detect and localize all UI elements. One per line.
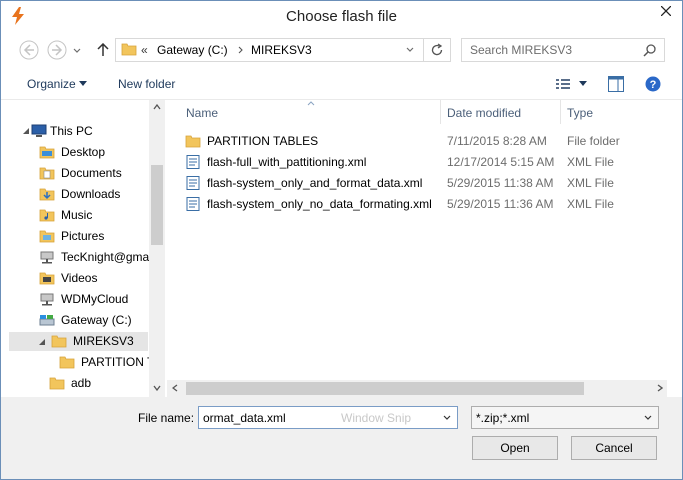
command-bar: Organize New folder ? <box>1 69 682 100</box>
folder-icon <box>39 230 55 243</box>
folder-icon <box>39 209 55 222</box>
network-drive-icon <box>40 293 54 306</box>
close-icon <box>661 6 671 16</box>
preview-pane-icon[interactable] <box>608 76 624 92</box>
file-type: XML File <box>567 155 614 169</box>
open-button[interactable]: Open <box>472 436 558 460</box>
file-name-label: File name: <box>138 411 195 425</box>
chevron-down-icon[interactable] <box>405 46 415 54</box>
file-date: 5/29/2015 11:36 AM <box>447 197 554 211</box>
file-name: flash-system_only_no_data_formating.xml <box>207 197 432 211</box>
organize-button[interactable]: Organize <box>27 77 76 91</box>
file-type: File folder <box>567 134 620 148</box>
folder-icon <box>49 377 65 390</box>
chevron-down-icon[interactable] <box>442 414 452 422</box>
back-icon[interactable] <box>18 39 40 61</box>
address-bar[interactable]: « Gateway (C:) MIREKSV3 <box>115 38 451 62</box>
up-arrow-icon[interactable] <box>96 43 110 57</box>
chevron-down-icon[interactable] <box>643 414 653 422</box>
column-header-type[interactable]: Type <box>567 106 593 120</box>
close-button[interactable] <box>650 1 682 21</box>
cancel-button[interactable]: Cancel <box>571 436 657 460</box>
scroll-up-icon[interactable] <box>153 104 161 110</box>
computer-icon <box>31 124 47 137</box>
xml-file-icon <box>186 197 200 211</box>
file-name-value: ormat_data.xml <box>203 411 286 425</box>
scroll-right-icon[interactable] <box>657 384 663 392</box>
folder-icon <box>121 43 137 56</box>
network-drive-icon <box>40 251 54 264</box>
navigation-pane-scrollbar[interactable] <box>149 100 165 397</box>
scrollbar-thumb[interactable] <box>151 165 163 245</box>
file-date: 7/11/2015 8:28 AM <box>447 134 547 148</box>
sort-ascending-icon <box>307 101 315 106</box>
address-overflow-chevron[interactable]: « <box>141 43 148 57</box>
chevron-right-icon <box>238 46 243 54</box>
scroll-down-icon[interactable] <box>153 385 161 391</box>
file-name-field[interactable]: ormat_data.xml Window Snip <box>198 406 458 429</box>
xml-file-icon <box>186 155 200 169</box>
help-icon[interactable]: ? <box>645 76 661 92</box>
folder-icon <box>39 167 55 180</box>
file-date: 12/17/2014 5:15 AM <box>447 155 555 169</box>
file-name: PARTITION TABLES <box>207 134 319 148</box>
address-segment-drive[interactable]: Gateway (C:) <box>157 43 228 57</box>
xml-file-icon <box>186 176 200 190</box>
column-header-name[interactable]: Name <box>186 106 218 120</box>
new-folder-button[interactable]: New folder <box>118 77 175 91</box>
svg-text:?: ? <box>650 79 657 91</box>
folder-icon <box>39 272 55 285</box>
file-type-value: *.zip;*.xml <box>476 411 530 425</box>
scroll-left-icon[interactable] <box>172 384 178 392</box>
folder-icon <box>39 146 55 159</box>
folder-icon <box>185 135 201 148</box>
expanded-arrow-icon[interactable] <box>39 339 45 345</box>
expanded-arrow-icon[interactable] <box>23 128 29 134</box>
address-segment-folder[interactable]: MIREKSV3 <box>251 43 312 57</box>
file-type-select[interactable]: *.zip;*.xml <box>471 406 659 429</box>
search-input[interactable]: Search MIREKSV3 <box>470 43 572 57</box>
folder-icon <box>39 188 55 201</box>
folder-icon <box>59 356 75 369</box>
file-type: XML File <box>567 176 614 190</box>
drive-icon <box>39 315 55 326</box>
window-title: Choose flash file <box>286 8 397 25</box>
choose-flash-file-dialog: Choose flash file « Gateway (C:) MIREKSV… <box>0 0 683 480</box>
caret-down-icon[interactable] <box>79 81 87 87</box>
file-date: 5/29/2015 11:38 AM <box>447 176 554 190</box>
forward-icon[interactable] <box>46 39 68 61</box>
title-bar: Choose flash file <box>1 1 682 31</box>
scrollbar-thumb[interactable] <box>186 382 584 395</box>
chevron-down-icon[interactable] <box>72 47 82 55</box>
caret-down-icon[interactable] <box>579 81 587 87</box>
file-list: Name Date modified Type PARTITION TABLES… <box>167 100 682 397</box>
file-type: XML File <box>567 197 614 211</box>
window-snip-overlay: Window Snip <box>341 411 412 425</box>
view-details-icon[interactable] <box>556 78 570 90</box>
file-name: flash-system_only_and_format_data.xml <box>207 176 423 190</box>
file-name: flash-full_with_pattitioning.xml <box>207 155 367 169</box>
column-header-date-modified[interactable]: Date modified <box>447 106 521 120</box>
search-icon[interactable] <box>643 43 657 57</box>
folder-icon <box>51 335 67 348</box>
refresh-icon[interactable] <box>430 43 444 57</box>
search-box[interactable]: Search MIREKSV3 <box>461 38 665 62</box>
